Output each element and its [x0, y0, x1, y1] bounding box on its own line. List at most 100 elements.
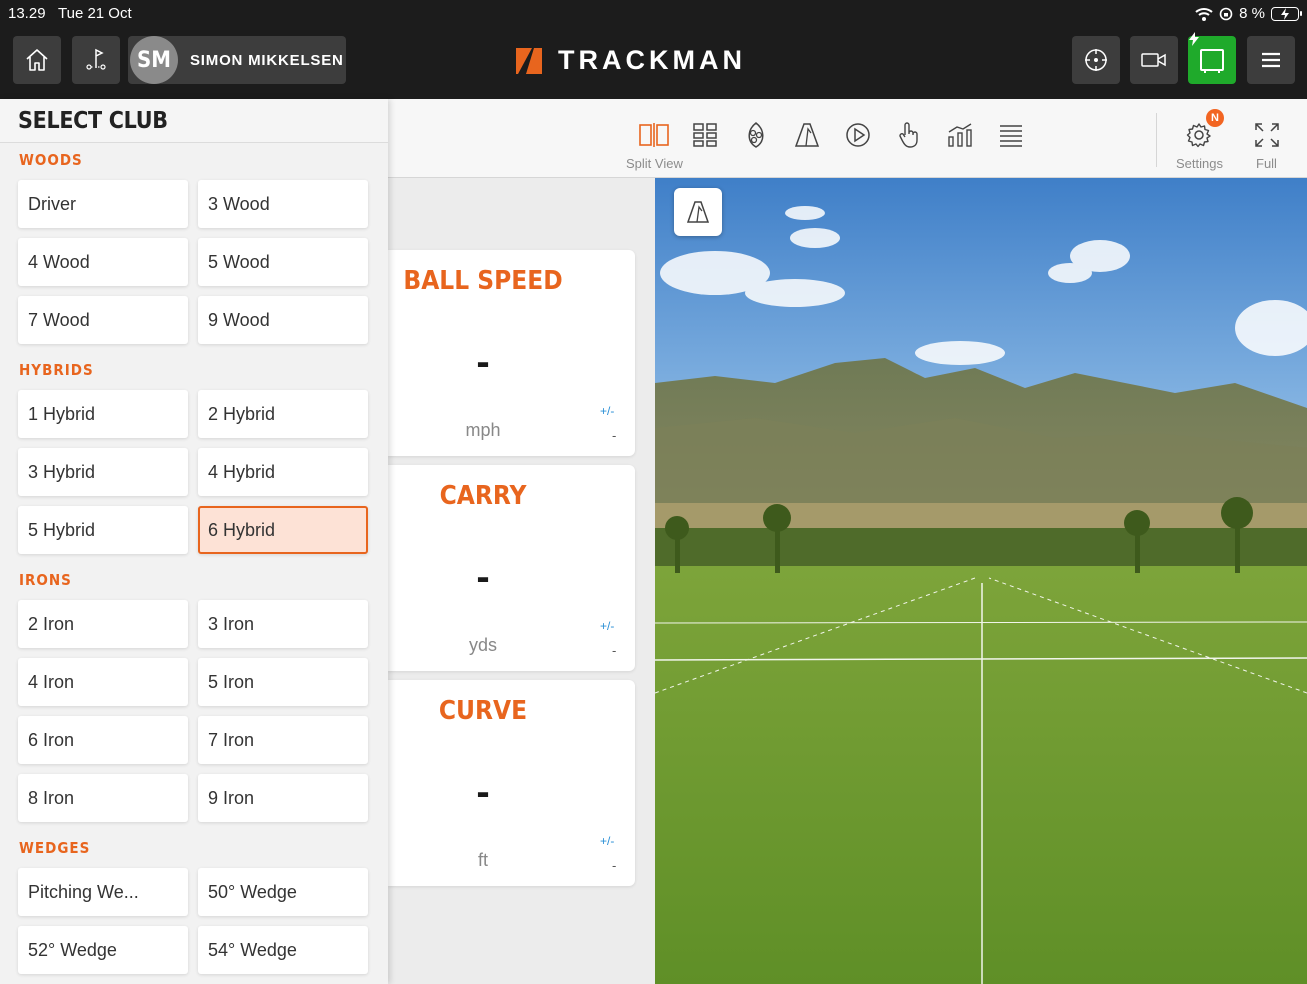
metrics-panel: BALL SPEED - mph +/- - CARRY - yds +/- -… [388, 178, 655, 984]
metric-tolerance-label: +/- [600, 619, 615, 633]
category-hybrids: HYBRIDS [19, 361, 94, 379]
avatar: SM [130, 36, 178, 84]
metric-value: - [476, 770, 490, 814]
video-camera-icon [1141, 53, 1166, 67]
club-4-wood[interactable]: 4 Wood [18, 238, 188, 286]
select-club-panel: SELECT CLUB WOODS Driver 3 Wood 4 Wood 5… [0, 99, 388, 984]
club-9-iron[interactable]: 9 Iron [198, 774, 368, 822]
metric-tolerance-value: - [612, 643, 617, 658]
club-driver[interactable]: Driver [18, 180, 188, 228]
dispersion-view-button[interactable] [738, 117, 774, 153]
metric-unit: mph [465, 420, 501, 440]
finger-tap-icon [899, 122, 918, 148]
range-icon [794, 123, 820, 147]
home-icon [26, 49, 48, 71]
metric-value: - [476, 555, 490, 599]
split-view-label: Split View [626, 156, 683, 171]
trackman-logo-icon [516, 47, 542, 74]
club-7-iron[interactable]: 7 Iron [198, 716, 368, 764]
play-icon [846, 123, 870, 147]
club-2-hybrid[interactable]: 2 Hybrid [198, 390, 368, 438]
wifi-icon [1195, 7, 1213, 21]
brand-name: TRACKMAN [558, 45, 746, 75]
club-52-wedge[interactable]: 52° Wedge [18, 926, 188, 974]
status-date: Tue 21 Oct [58, 5, 132, 22]
club-3-iron[interactable]: 3 Iron [198, 600, 368, 648]
metric-unit: yds [468, 635, 497, 655]
statistics-button[interactable] [942, 117, 978, 153]
category-wedges: WEDGES [19, 839, 91, 857]
list-icon [1000, 125, 1022, 147]
expand-icon [1255, 123, 1279, 147]
metric-unit: ft [477, 850, 488, 870]
menu-button[interactable] [1247, 36, 1295, 84]
top-bar: SM SIMON MIKKELSEN TRACKMAN [0, 28, 1307, 99]
split-view-button[interactable] [636, 117, 672, 153]
panel-title: SELECT CLUB [18, 108, 168, 134]
club-1-hybrid[interactable]: 1 Hybrid [18, 390, 188, 438]
user-name: SIMON MIKKELSEN [190, 51, 344, 69]
category-woods: WOODS [19, 151, 83, 169]
metric-tolerance-label: +/- [600, 834, 615, 848]
club-5-hybrid[interactable]: 5 Hybrid [18, 506, 188, 554]
club-50-wedge[interactable]: 50° Wedge [198, 868, 368, 916]
status-time: 13.29 [8, 5, 46, 22]
trackman-logo: TRACKMAN [514, 45, 746, 76]
club-3-wood[interactable]: 3 Wood [198, 180, 368, 228]
home-button[interactable] [13, 36, 61, 84]
status-bar: 13.29 Tue 21 Oct 8 % [0, 0, 1307, 28]
metric-title: BALL SPEED [403, 266, 563, 296]
club-4-iron[interactable]: 4 Iron [18, 658, 188, 706]
club-pitching-wedge[interactable]: Pitching We... [18, 868, 188, 916]
rotation-lock-icon [1219, 7, 1233, 20]
list-view-button[interactable] [993, 117, 1029, 153]
carry-tile[interactable]: CARRY - yds +/- - [388, 465, 635, 671]
replay-button[interactable] [840, 117, 876, 153]
club-9-wood[interactable]: 9 Wood [198, 296, 368, 344]
lightning-icon [1189, 32, 1199, 46]
club-4-hybrid[interactable]: 4 Hybrid [198, 448, 368, 496]
range-scene[interactable] [655, 178, 1307, 984]
golf-flag-icon [86, 48, 106, 70]
panel-header: SELECT CLUB [0, 99, 388, 143]
touch-mode-button[interactable] [891, 117, 927, 153]
club-6-hybrid-selected[interactable]: 6 Hybrid [198, 506, 368, 554]
club-8-iron[interactable]: 8 Iron [18, 774, 188, 822]
metric-tolerance-value: - [612, 428, 617, 443]
club-5-iron[interactable]: 5 Iron [198, 658, 368, 706]
range-view-button[interactable] [789, 117, 825, 153]
metric-tolerance-value: - [612, 858, 617, 873]
view-toolbar: Split View N Settings Full [388, 99, 1307, 178]
split-view-icon [639, 123, 669, 147]
settings-label: Settings [1176, 156, 1223, 171]
range-view-icon [686, 201, 710, 223]
bar-chart-icon [948, 123, 972, 147]
dispersion-icon [748, 122, 764, 148]
category-irons: IRONS [19, 571, 72, 589]
club-7-wood[interactable]: 7 Wood [18, 296, 188, 344]
ball-speed-tile[interactable]: BALL SPEED - mph +/- - [388, 250, 635, 456]
full-label: Full [1256, 156, 1277, 171]
fullscreen-button[interactable] [1249, 117, 1285, 153]
course-button[interactable] [72, 36, 120, 84]
club-6-iron[interactable]: 6 Iron [18, 716, 188, 764]
crosshair-icon [1085, 49, 1107, 71]
club-54-wedge[interactable]: 54° Wedge [198, 926, 368, 974]
club-5-wood[interactable]: 5 Wood [198, 238, 368, 286]
hamburger-menu-icon [1262, 52, 1280, 68]
range-scene-graphic [655, 178, 1307, 984]
video-button[interactable] [1130, 36, 1178, 84]
battery-percent: 8 % [1239, 5, 1265, 22]
camera-angle-button[interactable] [674, 188, 722, 236]
metric-value: - [476, 340, 490, 384]
metric-tolerance-label: +/- [600, 404, 615, 418]
curve-tile[interactable]: CURVE - ft +/- - [388, 680, 635, 886]
grid-view-button[interactable] [687, 117, 723, 153]
target-button[interactable] [1072, 36, 1120, 84]
status-indicators: 8 % [1195, 5, 1302, 22]
user-profile-button[interactable]: SM SIMON MIKKELSEN [128, 36, 346, 84]
radar-device-icon [1200, 49, 1224, 73]
toolbar-divider [1156, 113, 1157, 167]
club-3-hybrid[interactable]: 3 Hybrid [18, 448, 188, 496]
club-2-iron[interactable]: 2 Iron [18, 600, 188, 648]
